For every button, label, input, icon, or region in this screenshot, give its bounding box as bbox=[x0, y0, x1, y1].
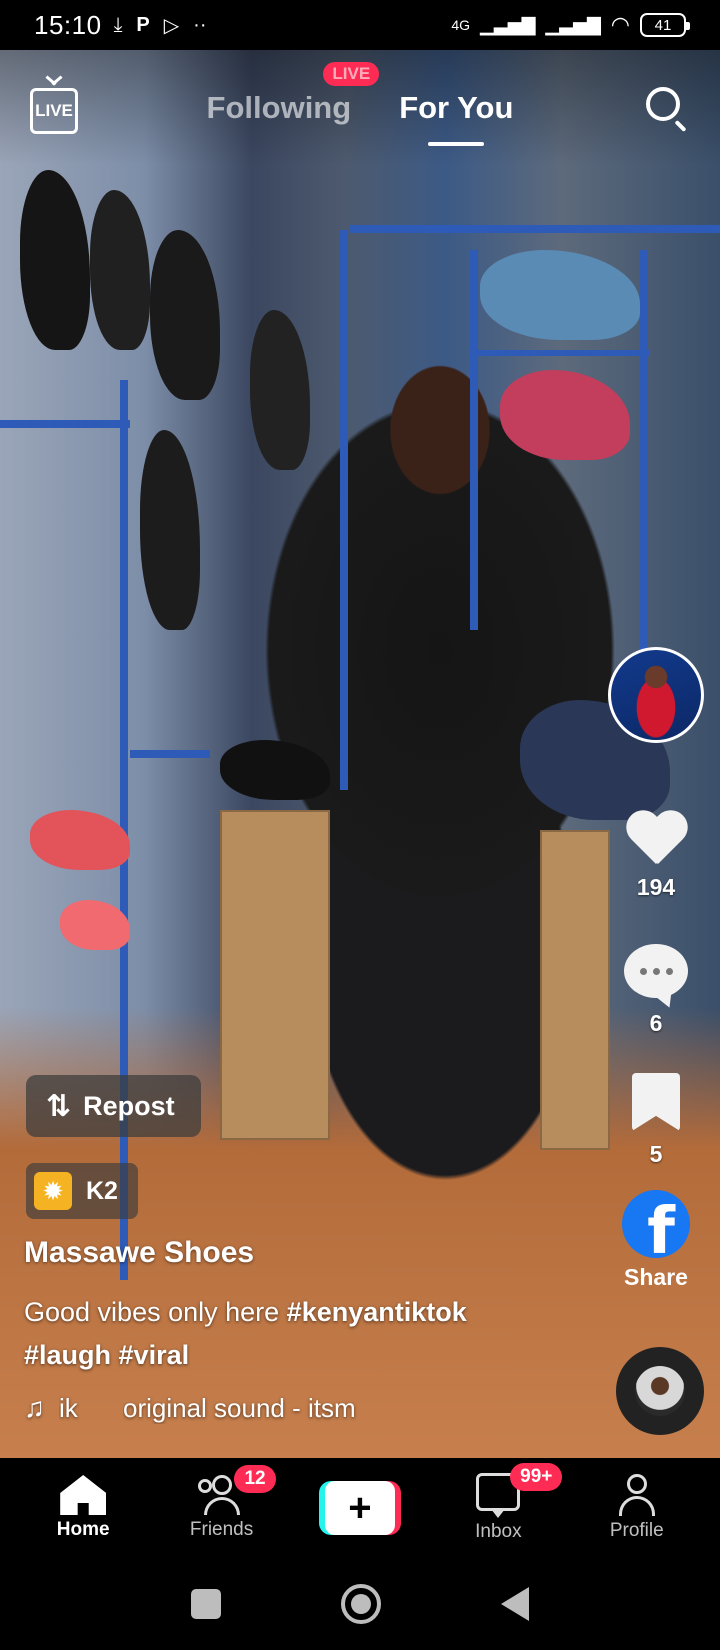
shoe-image bbox=[140, 430, 200, 630]
system-nav-bar bbox=[0, 1558, 720, 1650]
plus-icon: + bbox=[324, 1481, 395, 1535]
shoe-image bbox=[250, 310, 310, 470]
search-icon[interactable] bbox=[644, 85, 690, 132]
nav-inbox[interactable]: 99+ Inbox bbox=[438, 1463, 563, 1543]
status-bar: 15:10 ⤓ P ▷ ·· 4G ▁▃▅▇ ▁▃▅▇ ◠ 41 bbox=[0, 0, 720, 50]
bottom-nav: Home 12 Friends + 99+ Inbox Profile bbox=[0, 1458, 720, 1558]
nav-profile[interactable]: Profile bbox=[577, 1474, 697, 1542]
nav-inbox-label: Inbox bbox=[475, 1521, 522, 1542]
shelf-post bbox=[470, 250, 478, 630]
tab-following-label: Following bbox=[206, 89, 352, 125]
live-badge: LIVE bbox=[323, 61, 380, 86]
status-right: 4G ▁▃▅▇ ▁▃▅▇ ◠ 41 bbox=[451, 12, 690, 38]
cardboard-box bbox=[220, 810, 330, 1140]
create-icon: + bbox=[318, 1481, 401, 1535]
more-dots-icon: ·· bbox=[193, 13, 207, 36]
comment-button[interactable]: 6 bbox=[608, 944, 704, 1037]
like-count: 194 bbox=[636, 874, 676, 900]
status-time: 15:10 bbox=[34, 9, 102, 40]
shoe-image bbox=[220, 740, 330, 800]
inbox-badge: 99+ bbox=[510, 1463, 563, 1491]
shoe-image bbox=[500, 370, 630, 460]
post-caption: Good vibes only here #kenyantiktok #laug… bbox=[24, 1291, 584, 1377]
wifi-icon: ◠ bbox=[610, 12, 630, 37]
repost-button[interactable]: ⇅ Repost bbox=[26, 1075, 201, 1137]
home-icon bbox=[60, 1475, 107, 1515]
nav-home[interactable]: Home bbox=[23, 1475, 143, 1541]
music-disc[interactable] bbox=[616, 1347, 704, 1435]
caption-text: Good vibes only here bbox=[24, 1297, 287, 1327]
profile-icon bbox=[617, 1474, 657, 1516]
create-button[interactable]: + bbox=[300, 1481, 420, 1535]
shelf-rail bbox=[130, 750, 210, 758]
shoe-image bbox=[480, 250, 640, 340]
heart-icon bbox=[624, 812, 688, 870]
battery-icon: 41 bbox=[640, 13, 690, 37]
nav-friends[interactable]: 12 Friends bbox=[162, 1465, 282, 1541]
feed-tabs: Following LIVE For You bbox=[0, 50, 720, 165]
shoe-image bbox=[20, 170, 90, 350]
repost-icon: ⇅ bbox=[46, 1089, 72, 1123]
save-count: 5 bbox=[649, 1141, 663, 1167]
status-notification-icons: ⤓ P ▷ ·· bbox=[114, 13, 207, 38]
shelf-post bbox=[640, 250, 648, 690]
tab-for-you[interactable]: For You bbox=[399, 90, 513, 126]
home-system-button[interactable] bbox=[341, 1584, 381, 1624]
tab-for-you-label: For You bbox=[399, 89, 514, 125]
nav-home-label: Home bbox=[56, 1519, 110, 1540]
like-button[interactable]: 194 bbox=[608, 812, 704, 901]
comment-count: 6 bbox=[649, 1010, 663, 1036]
play-icon: ▷ bbox=[163, 14, 180, 37]
friends-badge: 12 bbox=[234, 1465, 276, 1493]
back-button[interactable] bbox=[501, 1587, 529, 1621]
network-type-label: 4G bbox=[451, 17, 471, 33]
top-nav: LIVE Following LIVE For You bbox=[0, 50, 720, 165]
effect-label: K2 bbox=[86, 1176, 118, 1205]
signal-icon: ▁▃▅▇ bbox=[480, 14, 536, 35]
music-title: original sound - itsm bbox=[123, 1392, 356, 1423]
music-disc-cover bbox=[635, 1366, 685, 1416]
download-icon: ⤓ bbox=[113, 13, 123, 36]
repost-label: Repost bbox=[83, 1090, 175, 1121]
music-ticker[interactable]: ♫ ik original sound - itsm bbox=[24, 1392, 395, 1424]
signal-icon-2: ▁▃▅▇ bbox=[545, 14, 601, 35]
hashtag-link[interactable]: #kenyantiktok bbox=[287, 1297, 467, 1327]
creator-username[interactable]: Massawe Shoes bbox=[24, 1236, 254, 1270]
share-label: Share bbox=[624, 1264, 688, 1290]
shelf-post bbox=[340, 230, 348, 790]
status-left: 15:10 ⤓ P ▷ ·· bbox=[34, 10, 206, 41]
shoe-image bbox=[150, 230, 220, 400]
music-author: ik bbox=[59, 1392, 78, 1423]
live-icon-label: LIVE bbox=[35, 100, 73, 120]
p-app-icon: P bbox=[136, 13, 150, 36]
shoe-image bbox=[90, 190, 150, 350]
facebook-icon: f bbox=[622, 1190, 690, 1258]
tab-following[interactable]: Following LIVE bbox=[206, 61, 380, 126]
hashtag-link[interactable]: #laugh bbox=[24, 1340, 111, 1370]
recents-button[interactable] bbox=[191, 1589, 221, 1619]
shelf-rail bbox=[0, 420, 130, 428]
shelf-rail bbox=[350, 225, 720, 233]
facebook-glyph: f bbox=[647, 1195, 675, 1258]
cardboard-box bbox=[540, 830, 610, 1150]
live-tv-icon[interactable]: LIVE bbox=[30, 87, 78, 134]
shelf-rail bbox=[470, 350, 650, 356]
save-button[interactable]: 5 bbox=[608, 1073, 704, 1168]
bookmark-icon bbox=[632, 1073, 680, 1131]
battery-level: 41 bbox=[654, 16, 672, 34]
effect-tag[interactable]: ✹ K2 bbox=[26, 1163, 138, 1219]
nav-profile-label: Profile bbox=[609, 1520, 664, 1541]
hashtag-link[interactable]: #viral bbox=[119, 1340, 190, 1370]
comment-icon bbox=[624, 944, 688, 998]
share-button[interactable]: f Share bbox=[608, 1190, 704, 1291]
creator-avatar[interactable] bbox=[608, 647, 704, 743]
nav-friends-label: Friends bbox=[189, 1519, 254, 1540]
music-note-icon: ♫ bbox=[24, 1392, 45, 1423]
effect-icon: ✹ bbox=[34, 1172, 72, 1210]
shoe-image bbox=[30, 810, 130, 870]
